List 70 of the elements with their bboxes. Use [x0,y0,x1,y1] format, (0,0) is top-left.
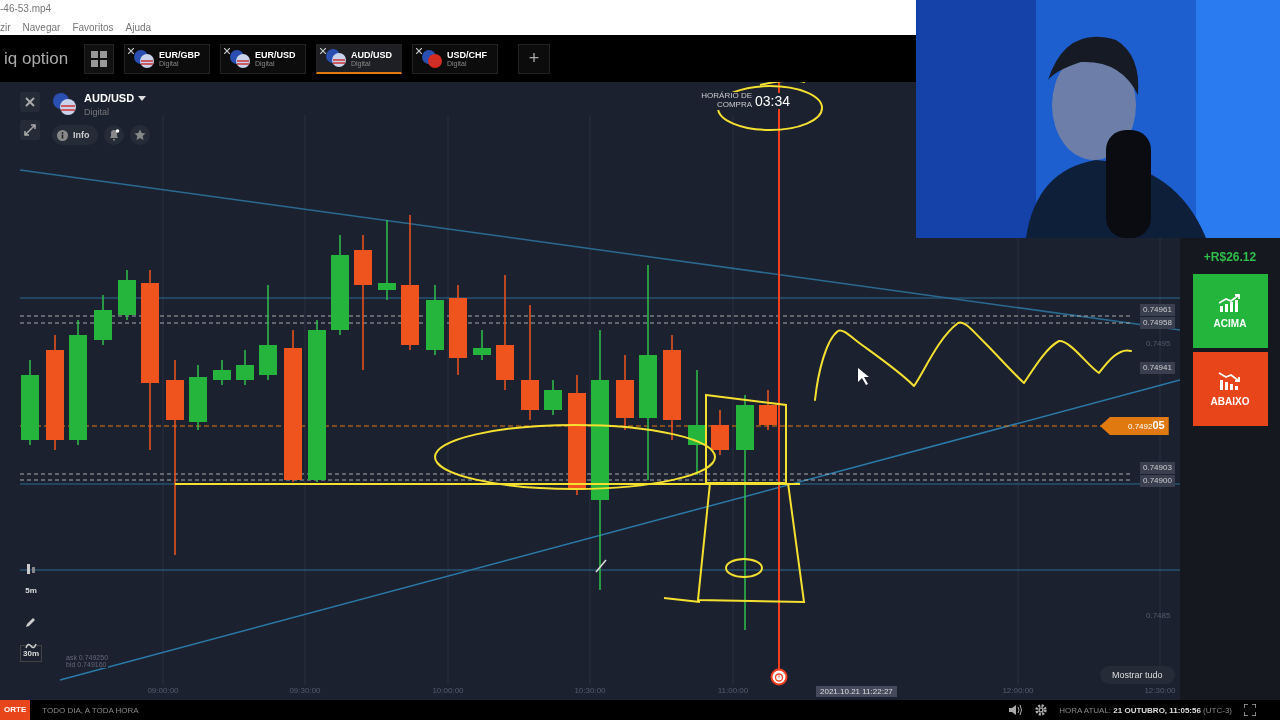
put-button[interactable]: ABAIXO [1192,352,1268,426]
menu-item[interactable]: Navegar [22,22,61,34]
menu-item[interactable]: zir [0,22,11,34]
wave-icon[interactable] [25,642,37,650]
alert-button[interactable] [103,125,124,145]
candle [118,269,136,321]
stopwatch-icon [770,668,788,686]
falling-chart-icon [1218,371,1242,390]
bell-icon [107,129,120,141]
flag-icon [229,48,251,69]
mouse-pointer-icon [858,368,869,385]
rising-chart-icon [1218,293,1242,312]
collapse-icon[interactable] [20,120,40,140]
price-tag: 0.74958 [1140,317,1175,329]
profit-value: +R$26.12 [1203,250,1257,264]
candle [236,349,254,386]
menu-item[interactable]: Ajuda [125,22,152,34]
candle [94,294,112,346]
info-icon [57,129,68,141]
candle [711,409,729,456]
candle [544,379,562,416]
close-icon[interactable] [20,92,40,112]
favorite-button[interactable] [129,125,150,145]
asset-type: Digital [84,107,110,117]
settings-icon[interactable] [1035,704,1048,716]
pen-cursor-icon [595,559,607,573]
fullscreen-icon[interactable] [1244,704,1256,716]
price-tag: 0.74903 [1140,462,1175,474]
price-tag: 0.74900 [1140,475,1175,487]
pencil-icon[interactable] [25,616,37,628]
file-title: -46-53.mp4 [0,3,53,14]
countdown-timer: 03:34 [755,92,791,109]
hand-drawn-stroke [663,597,701,603]
grid-button[interactable] [84,43,114,74]
hand-drawn-circle [725,558,763,578]
candle [759,389,777,431]
slogan: TODO DIA, A TODA HORA [42,705,139,715]
candle [213,359,231,386]
brand-logo: iq option [4,48,70,69]
close-icon[interactable] [224,47,230,54]
menu-item[interactable]: Favoritos [72,22,114,34]
asset-selector[interactable]: AUD/USD [84,92,147,104]
promo-badge: ORTE [0,700,31,720]
cursor-time-label: 2021.10.21 11:22:27 [816,686,897,697]
close-icon[interactable] [320,47,326,54]
price-tag: 0.74961 [1140,304,1175,316]
grid-icon [91,50,107,67]
timeframe-button[interactable]: 5m [25,586,37,595]
close-icon[interactable] [416,47,422,54]
add-tab-button[interactable]: + [518,43,550,74]
flag-icon [325,48,347,68]
candle [426,284,444,356]
current-time: HORA ATUAL: 21 OUTUBRO, 11:05:56 (UTC-3) [1059,705,1232,715]
show-all-button[interactable]: Mostrar tudo [1100,666,1175,684]
timeframe-button[interactable]: 30m [20,645,42,662]
close-icon[interactable] [128,47,134,54]
purchase-time-label: HORÁRIO DE COMPRA [700,92,752,110]
info-button[interactable]: Info [52,125,98,145]
current-price-tag: 0.749205 [1100,417,1169,435]
chart-type-icon[interactable] [24,562,38,576]
candle [189,364,207,431]
speaker-icon[interactable] [1009,704,1024,716]
flag-icon [133,48,155,69]
star-icon [133,129,146,141]
caret-icon [138,95,147,101]
price-tag: 0.74941 [1140,362,1175,374]
hand-drawn-stroke [759,82,806,86]
candle [473,329,491,361]
flag-icon [421,48,443,69]
flag-icon [52,92,78,116]
